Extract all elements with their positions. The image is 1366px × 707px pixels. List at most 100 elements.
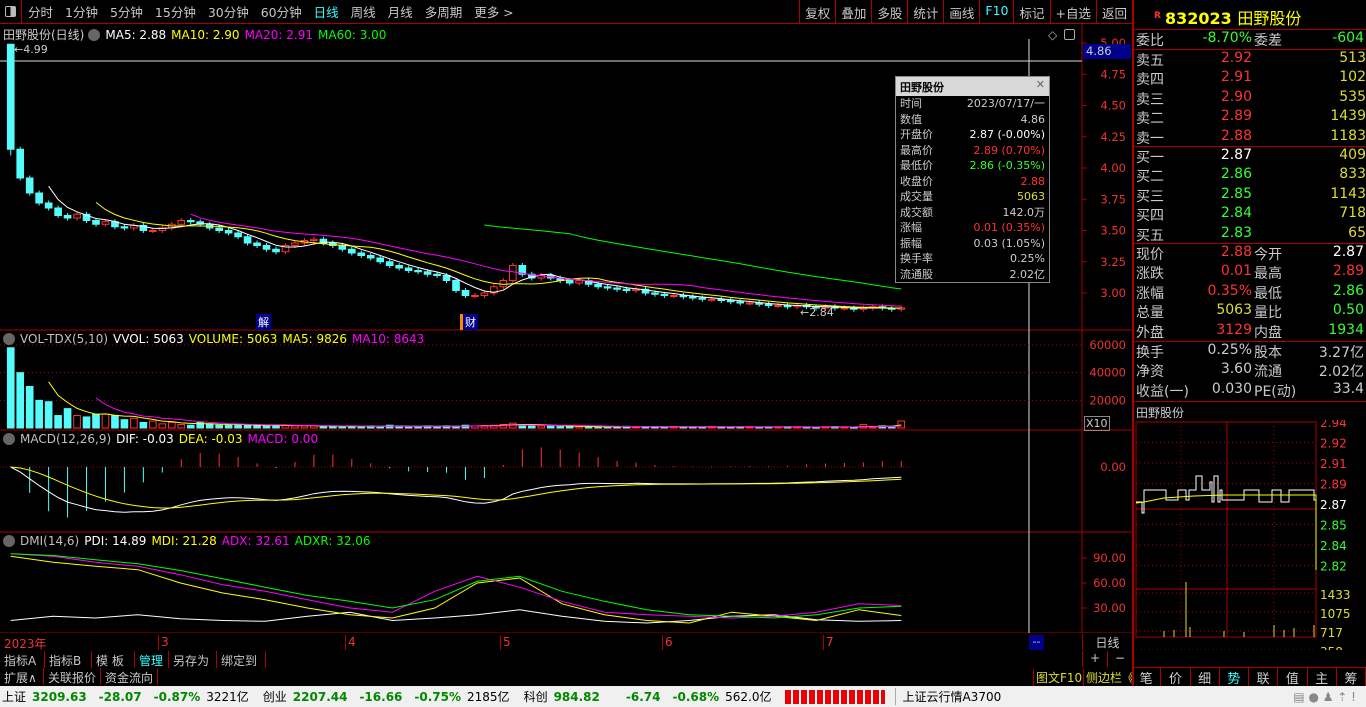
label: 卖二: [1136, 111, 1164, 128]
volume-bar: [25, 386, 34, 429]
side-tab[interactable]: 筹: [1337, 668, 1366, 687]
zoom-in-button[interactable]: +: [1082, 651, 1107, 667]
toolbar-action-button[interactable]: 多股: [871, 0, 907, 24]
volume-bar: [414, 426, 422, 429]
fund-value: 0.25%: [1207, 342, 1252, 358]
candle-body: [215, 227, 223, 231]
ask-row[interactable]: 卖一 2.88 1183: [1136, 128, 1366, 147]
side-tab[interactable]: 主: [1308, 668, 1337, 687]
bid-price: 2.87: [1220, 147, 1252, 163]
period-tab[interactable]: 日线: [308, 2, 345, 21]
bid-row[interactable]: 买三 2.85 1143: [1136, 186, 1366, 205]
extension-button[interactable]: 关联报价: [44, 668, 101, 685]
dropdown-icon[interactable]: [3, 535, 15, 547]
tooltip-value: 0.01 (0.35%): [973, 221, 1045, 234]
period-tab[interactable]: 30分钟: [202, 2, 255, 21]
index-value: 2207.44: [292, 689, 348, 704]
layout-toggle-icon[interactable]: [0, 0, 22, 24]
tooltip-row: 换手率 0.25%: [896, 251, 1049, 267]
volume-bar: [565, 425, 574, 429]
period-tab[interactable]: 60分钟: [255, 2, 308, 21]
stat-value: 5063: [1216, 302, 1252, 319]
side-tab[interactable]: 联: [1249, 668, 1279, 687]
toolbar-action-button[interactable]: +自选: [1049, 0, 1096, 24]
candle-body: [442, 275, 451, 281]
dropdown-icon[interactable]: [88, 29, 101, 41]
toolbar-action-button[interactable]: F10: [979, 0, 1013, 24]
panel-toggle-icon[interactable]: [1064, 29, 1075, 40]
side-tab[interactable]: 势: [1220, 668, 1249, 687]
period-tab[interactable]: 更多 >: [468, 2, 519, 21]
candle-body: [480, 292, 489, 296]
indicator-button[interactable]: 绑定到: [217, 651, 266, 668]
side-tab[interactable]: 笔: [1132, 668, 1162, 687]
period-label[interactable]: 日线: [1082, 634, 1132, 650]
period-tab[interactable]: 1分钟: [59, 2, 104, 21]
event-marker[interactable]: 财: [460, 314, 478, 330]
toolbar-action-button[interactable]: 标记: [1013, 0, 1049, 24]
close-icon[interactable]: ✕: [1036, 78, 1045, 91]
dea-line: [10, 466, 902, 509]
indicator-button[interactable]: 指标A: [0, 651, 45, 668]
server-label[interactable]: 上证云行情A3700: [895, 688, 1001, 705]
sidebar-toggle-button[interactable]: 侧边栏《: [1083, 669, 1134, 686]
zoom-out-button[interactable]: −: [1107, 651, 1132, 667]
ma5-label: MA5: 2.88: [105, 28, 167, 42]
dropdown-icon[interactable]: [3, 333, 15, 345]
diamond-icon[interactable]: ◇: [1048, 28, 1057, 42]
index-name[interactable]: 创业: [263, 688, 287, 705]
bid-row[interactable]: 买一 2.87 409: [1136, 147, 1366, 166]
bid-row[interactable]: 买二 2.86 833: [1136, 166, 1366, 185]
index-name[interactable]: 科创: [524, 688, 548, 705]
side-tab[interactable]: 价: [1161, 668, 1191, 687]
toolbar-action-button[interactable]: 返回: [1095, 0, 1132, 24]
candle-body: [272, 248, 280, 253]
label: 卖五: [1136, 53, 1164, 69]
period-toolbar: 分时 1分钟 5分钟 15分钟 30分钟 60分钟 日线 周线 月线 多周期 更多 > 复权 叠加 多股…: [0, 0, 1132, 24]
period-tab[interactable]: 15分钟: [149, 2, 202, 21]
side-tab[interactable]: 细: [1191, 668, 1220, 687]
indicator-button[interactable]: 模 板: [92, 651, 135, 668]
indicator-button[interactable]: 指标B: [45, 651, 92, 668]
tooltip-value: 4.86: [1020, 112, 1046, 126]
volume-bar: [149, 420, 157, 429]
bid-row[interactable]: 买五 2.83 65: [1136, 225, 1366, 244]
extension-button[interactable]: 扩展∧: [0, 668, 44, 685]
period-tab[interactable]: 5分钟: [104, 2, 149, 21]
candle-body: [603, 286, 612, 289]
extension-button[interactable]: 资金流向: [101, 668, 158, 685]
indicator-button[interactable]: 管理: [135, 651, 169, 668]
stock-header: R 832023 田野股份: [1154, 5, 1301, 29]
event-marker[interactable]: 解: [256, 314, 271, 330]
dropdown-icon[interactable]: [3, 433, 15, 445]
price-axis-label: 3.00: [1100, 286, 1126, 300]
toolbar-action-button[interactable]: 画线: [943, 0, 979, 24]
period-tab[interactable]: 多周期: [419, 2, 469, 21]
label: PE(动): [1254, 383, 1297, 400]
period-tab[interactable]: 分时: [22, 2, 59, 21]
stat-value: 2.87: [1332, 244, 1364, 260]
f10-button[interactable]: 图文F10: [1033, 669, 1082, 686]
period-tab[interactable]: 月线: [382, 2, 419, 21]
bid-row[interactable]: 买四 2.84 718: [1136, 205, 1366, 224]
ask-row[interactable]: 卖四 2.91 102: [1136, 69, 1366, 88]
ask-row[interactable]: 卖三 2.90 535: [1136, 89, 1366, 108]
toolbar-action-button[interactable]: 复权: [799, 0, 835, 24]
system-tray-icons[interactable]: ▤ ● ♟ ⇡ !: [1293, 690, 1356, 704]
label: 最高: [1254, 266, 1282, 283]
intraday-frame: [1135, 421, 1317, 638]
fund-value: 2.02亿: [1318, 364, 1364, 381]
toolbar-action-button[interactable]: 统计: [907, 0, 943, 24]
indicator-button[interactable]: 另存为: [169, 651, 217, 668]
index-name[interactable]: 上证: [2, 688, 26, 705]
toolbar-action-button[interactable]: 叠加: [835, 0, 871, 24]
macd-axis-label: 0.00: [1100, 460, 1126, 474]
ma10-line: [95, 202, 902, 309]
period-tab[interactable]: 周线: [345, 2, 382, 21]
ma60-label: MA60: 3.00: [318, 28, 387, 42]
side-tab[interactable]: 值: [1278, 668, 1308, 687]
ask-row[interactable]: 卖五 2.92 513: [1136, 50, 1366, 69]
ask-row[interactable]: 卖二 2.89 1439: [1136, 108, 1366, 127]
bid-price: 2.85: [1220, 185, 1252, 202]
intraday-chart[interactable]: 2.94 2.92 2.91 2.89 2.87 2.85 2.84 2.82 1433 1075…: [1134, 420, 1366, 650]
